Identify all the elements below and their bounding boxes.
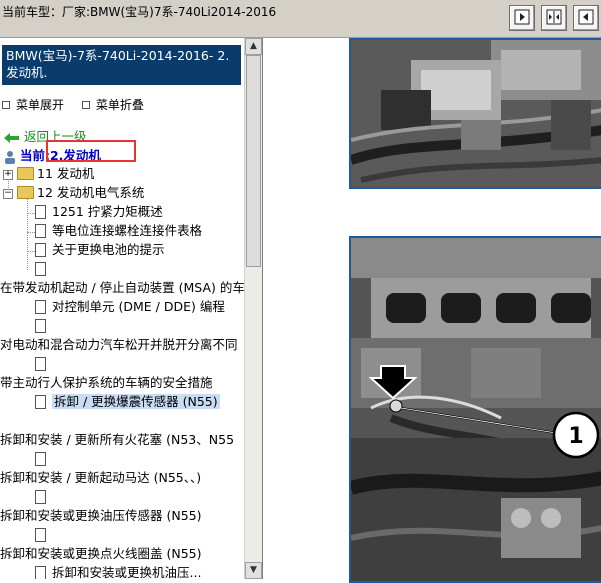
menu-collapse-button[interactable]: 菜单折叠	[81, 98, 148, 112]
expand-right-icon	[514, 9, 530, 28]
tree-doc-item[interactable]	[35, 527, 52, 544]
tree-doc-item-selected[interactable]: 拆卸 / 更换爆震传感器 (N55)	[35, 394, 220, 411]
tree-label: 对电动和混合动力汽车松开并脱开分离不同	[0, 337, 238, 352]
tree-doc-item[interactable]	[35, 451, 52, 468]
engine-photo-top	[349, 38, 601, 189]
expand-toggle[interactable]: +	[3, 170, 13, 180]
menu-expand-label: 菜单展开	[16, 98, 65, 112]
scroll-thumb[interactable]	[246, 55, 261, 267]
menu-controls: 菜单展开 菜单折叠	[2, 96, 152, 113]
highlight-box	[46, 140, 136, 162]
tree-folder-12[interactable]: 12 发动机电气系统	[17, 185, 144, 202]
back-arrow-icon	[4, 129, 24, 144]
tree-text-item[interactable]: 拆卸和安装或更换点火线圈盖 (N55)	[0, 546, 201, 563]
scroll-up-button[interactable]: ▲	[245, 38, 262, 55]
tree-label: 等电位连接螺栓连接件表格	[52, 223, 203, 238]
callout-number: 1	[568, 424, 583, 449]
tree-doc-item[interactable]	[35, 318, 52, 335]
sidebar-scrollbar[interactable]: ▲ ▼	[244, 38, 262, 579]
menu-collapse-label: 菜单折叠	[95, 98, 144, 112]
document-icon	[35, 299, 46, 314]
document-icon	[35, 565, 46, 579]
menu-expand-button[interactable]: 菜单展开	[2, 98, 68, 112]
document-icon	[35, 394, 46, 409]
tree-text-item[interactable]: 对电动和混合动力汽车松开并脱开分离不同	[0, 337, 238, 354]
engine-photo-bottom-image: 1	[351, 238, 601, 581]
document-icon	[35, 261, 46, 276]
tree-label: 拆卸和安装 / 更新起动马达 (N55、、)	[0, 470, 202, 485]
tree-doc-item[interactable]: 1251 拧紧力矩概述	[35, 204, 163, 221]
document-icon	[35, 527, 46, 542]
tree-label: 拆卸和安装或更换点火线圈盖 (N55)	[0, 546, 202, 561]
tree-label: 关于更换电池的提示	[52, 242, 165, 257]
tree-doc-item[interactable]: 关于更换电池的提示	[35, 242, 165, 259]
engine-photo-top-image	[351, 40, 601, 187]
tree-folder-11[interactable]: 11 发动机	[17, 166, 94, 183]
tree-text-item[interactable]: 拆卸和安装或更换油压传感器 (N55)	[0, 508, 201, 525]
title-bar: 当前车型：厂家:BMW(宝马)7系-740Li2014-2016	[0, 0, 601, 38]
tree-label: 拆卸和安装或更换机油压...	[52, 565, 202, 579]
split-view-icon	[546, 9, 562, 28]
document-icon	[35, 451, 46, 466]
document-icon	[35, 204, 46, 219]
document-icon	[35, 489, 46, 504]
document-icon	[35, 356, 46, 371]
tree-text-item[interactable]: 带主动行人保护系统的车辆的安全措施	[0, 375, 213, 392]
tree-label: 拆卸和安装 / 更新所有火花塞 (N53、N55	[0, 432, 235, 447]
expand-right-button[interactable]	[509, 5, 535, 31]
tree-doc-item[interactable]: 拆卸和安装或更换机油压...	[35, 565, 201, 579]
user-icon	[4, 148, 20, 164]
expand-left-icon	[578, 9, 594, 28]
tree-label: 1251 拧紧力矩概述	[52, 204, 163, 219]
tree-doc-item[interactable]	[35, 261, 52, 278]
tree-label: 带主动行人保护系统的车辆的安全措施	[0, 375, 213, 390]
selected-path-header: BMW(宝马)-7系-740Li-2014-2016- 2.发动机.	[2, 45, 241, 85]
tree-label: 11 发动机	[37, 166, 95, 181]
folder-icon	[17, 167, 34, 180]
collapse-toggle[interactable]: −	[3, 189, 13, 199]
navigation-sidebar: BMW(宝马)-7系-740Li-2014-2016- 2.发动机. 菜单展开 …	[0, 38, 263, 579]
split-view-button[interactable]	[541, 5, 567, 31]
document-icon	[35, 223, 46, 238]
tree-doc-item[interactable]	[35, 356, 52, 373]
window-title: 当前车型：厂家:BMW(宝马)7系-740Li2014-2016	[2, 5, 277, 19]
square-icon	[2, 100, 10, 109]
scroll-down-button[interactable]: ▼	[245, 562, 262, 579]
tree-doc-item[interactable]: 对控制单元 (DME / DDE) 编程	[35, 299, 225, 316]
tree-doc-item[interactable]: 等电位连接螺栓连接件表格	[35, 223, 202, 240]
engine-photo-bottom: 1	[349, 236, 601, 583]
tree-label: 12 发动机电气系统	[37, 185, 145, 200]
square-icon	[81, 100, 90, 109]
tree-label: 在带发动机起动 / 停止自动装置 (MSA) 的车	[0, 280, 245, 295]
content-pane: 1	[263, 38, 601, 583]
folder-open-icon	[17, 186, 34, 199]
document-icon	[35, 318, 46, 333]
tree-label: 对控制单元 (DME / DDE) 编程	[52, 299, 225, 314]
tree-doc-item[interactable]	[35, 489, 52, 506]
tree-text-item[interactable]: 拆卸和安装 / 更新起动马达 (N55、、)	[0, 470, 201, 487]
tree-text-item[interactable]: 在带发动机起动 / 停止自动装置 (MSA) 的车	[0, 280, 245, 297]
tree-text-item[interactable]: 拆卸和安装 / 更新所有火花塞 (N53、N55	[0, 432, 234, 449]
tree-label: 拆卸和安装或更换油压传感器 (N55)	[0, 508, 202, 523]
tree-label: 拆卸 / 更换爆震传感器 (N55)	[52, 394, 220, 409]
expand-left-button[interactable]	[573, 5, 599, 31]
document-icon	[35, 242, 46, 257]
